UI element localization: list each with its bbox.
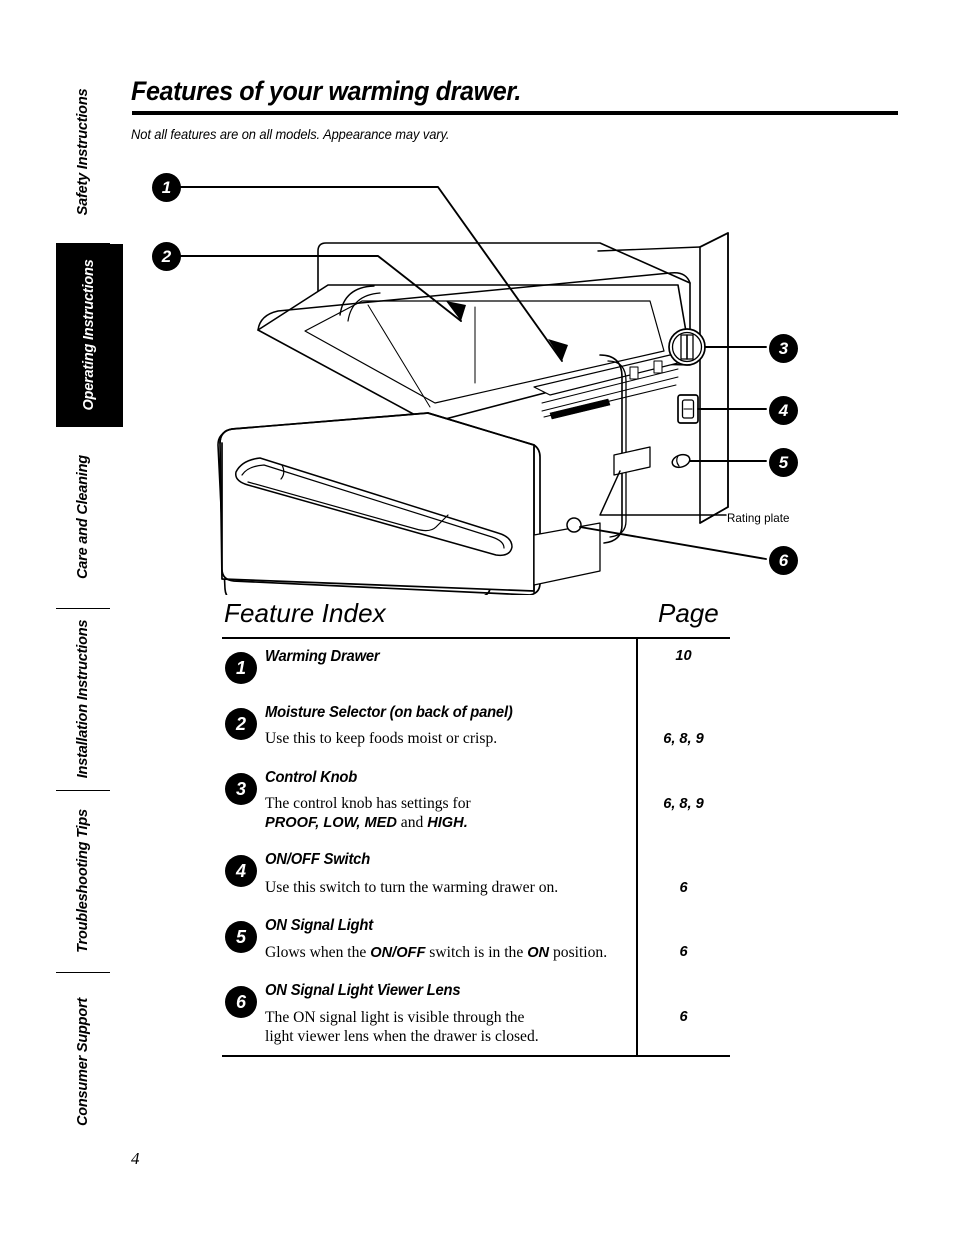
page-subtitle: Not all features are on all models. Appe… — [131, 127, 450, 142]
callout-5: 5 — [769, 448, 798, 477]
row-page: 6, 8, 9 — [663, 731, 704, 747]
table-bottom-rule — [222, 1055, 730, 1058]
sidebar-item-label: Operating Instructions — [81, 259, 98, 411]
sidebar-item-operating-instructions[interactable]: Operating Instructions — [55, 243, 123, 427]
sidebar-item-label: Consumer Support — [74, 998, 91, 1127]
row-description-part-c: position. — [549, 944, 608, 961]
row-page: 6 — [679, 1009, 688, 1025]
row-title: ON Signal Light Viewer Lens — [265, 982, 461, 999]
drawer-interior-floor — [304, 300, 665, 404]
row-title: ON Signal Light — [265, 917, 373, 934]
row-description-part-b: switch is in the — [425, 944, 528, 961]
on-off-switch — [677, 394, 699, 424]
title-divider — [132, 111, 898, 115]
row-description: Use this to keep foods moist or crisp. — [265, 730, 498, 747]
setting-high: HIGH. — [427, 815, 468, 831]
row-page: 6 — [679, 880, 688, 896]
table-top-rule — [222, 637, 730, 640]
sidebar-item-label: Safety Instructions — [74, 88, 91, 216]
row-number-badge: 3 — [225, 773, 257, 805]
control-knob — [668, 328, 706, 366]
sidebar-item-troubleshooting-tips[interactable]: Troubleshooting Tips — [55, 790, 110, 973]
row-title: Moisture Selector (on back of panel) — [265, 704, 513, 721]
row-description-conjunction: and — [396, 814, 428, 831]
row-number-badge: 6 — [225, 986, 257, 1018]
row-description-line-1: The ON signal light is visible through t… — [265, 1009, 525, 1026]
sidebar-item-care-and-cleaning[interactable]: Care and Cleaning — [55, 426, 110, 609]
page-column-heading: Page — [658, 598, 719, 628]
switch-on-off-label: ON/OFF — [370, 945, 426, 961]
signal-light-viewer-lens — [566, 517, 582, 533]
switch-on-label: ON — [527, 945, 550, 961]
table-column-divider — [636, 637, 639, 1057]
row-title: ON/OFF Switch — [265, 851, 371, 868]
row-title: Warming Drawer — [265, 648, 380, 665]
page-number: 4 — [131, 1149, 140, 1168]
row-page: 10 — [675, 648, 692, 664]
row-title: Control Knob — [265, 769, 358, 786]
callout-4: 4 — [769, 396, 798, 425]
row-number-badge: 4 — [225, 855, 257, 887]
callout-1: 1 — [152, 173, 181, 202]
callout-3: 3 — [769, 334, 798, 363]
row-number-badge: 1 — [225, 652, 257, 684]
row-page: 6, 8, 9 — [663, 796, 704, 812]
row-number-badge: 5 — [225, 921, 257, 953]
sidebar-item-label: Troubleshooting Tips — [74, 809, 91, 953]
feature-index-heading: Feature Index — [224, 598, 386, 628]
sidebar-item-label: Care and Cleaning — [74, 455, 91, 580]
sidebar-item-installation-instructions[interactable]: Installation Instructions — [55, 608, 110, 791]
row-number-badge: 2 — [225, 708, 257, 740]
row-description: Use this switch to turn the warming draw… — [265, 879, 559, 896]
row-description: The ON signal light is visible through t… — [265, 1008, 539, 1046]
row-page: 6 — [679, 944, 688, 960]
sidebar-item-safety-instructions[interactable]: Safety Instructions — [55, 61, 110, 244]
row-description: Glows when the ON/OFF switch is in the O… — [265, 943, 607, 963]
row-description-line-1: The control knob has settings for — [265, 795, 471, 812]
sidebar-item-label: Installation Instructions — [74, 619, 91, 779]
on-signal-light — [671, 453, 691, 469]
warming-drawer-illustration: 1 2 3 4 5 6 — [130, 155, 820, 595]
sidebar-tab-rail: Safety Instructions Operating Instructio… — [55, 61, 123, 1152]
callout-2: 2 — [152, 242, 181, 271]
page-title: Features of your warming drawer. — [131, 76, 521, 106]
row-description-line-2: light viewer lens when the drawer is clo… — [265, 1028, 539, 1045]
row-description-part-a: Glows when the — [265, 944, 371, 961]
rating-plate-label: Rating plate — [727, 512, 790, 525]
setting-proof-low-med: PROOF, LOW, MED — [265, 815, 397, 831]
cabinet-side-wall — [699, 232, 729, 524]
sidebar-item-consumer-support[interactable]: Consumer Support — [55, 972, 110, 1152]
row-description: The control knob has settings for PROOF,… — [265, 794, 471, 833]
callout-6: 6 — [769, 546, 798, 575]
